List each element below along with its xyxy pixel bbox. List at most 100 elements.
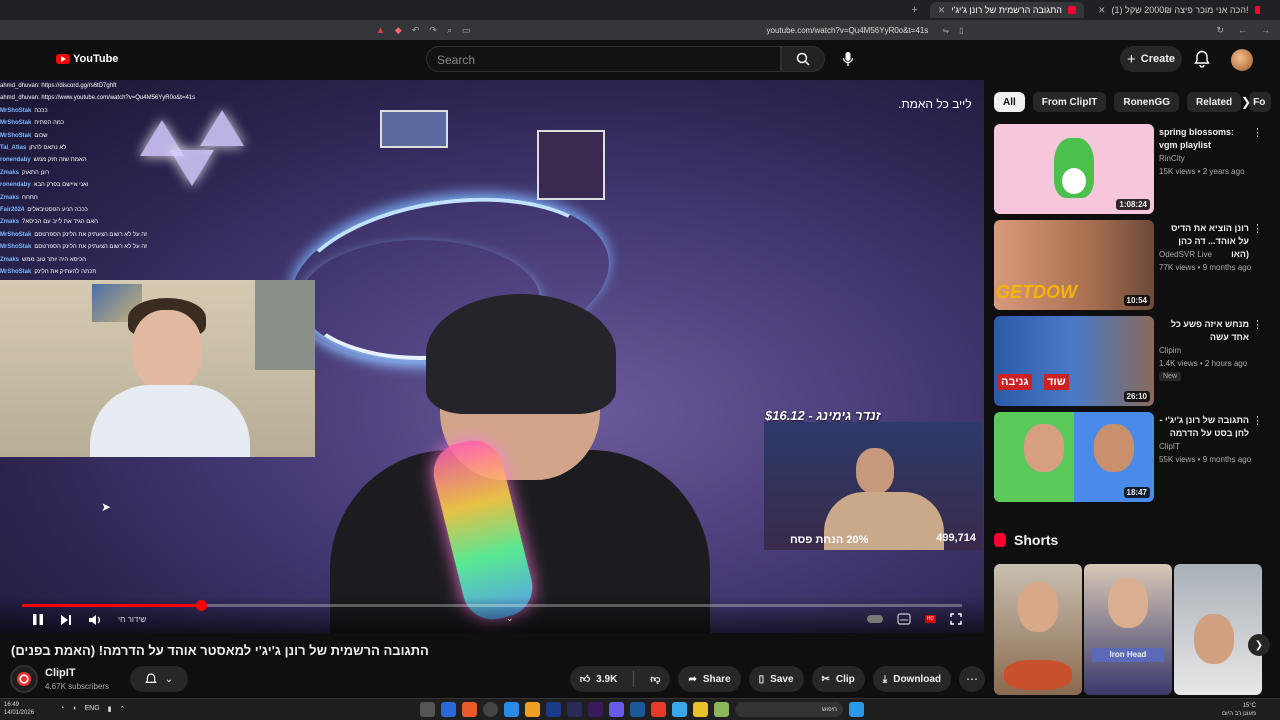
zoom-icon[interactable]: ⌕ [447,25,452,36]
tab-inactive[interactable]: ✕ (1) הכה אני מוכר פיצה 2000₪ שקל! [1090,2,1260,18]
app-icon[interactable] [588,702,603,717]
app-icon[interactable] [546,702,561,717]
more-vert-icon[interactable]: ⋮ [1252,318,1263,331]
windows-start-icon[interactable] [849,702,864,717]
chevron-right-icon[interactable]: ❯ [1248,634,1270,656]
more-vert-icon[interactable]: ⋮ [1252,414,1263,427]
chip-from-channel[interactable]: From ClipIT [1032,92,1107,112]
chat-username[interactable]: Fair2024 [0,204,24,216]
like-button[interactable]: 👍︎ 3.9K [570,666,628,692]
back-nav-icon[interactable]: ← [1238,25,1247,36]
chevron-right-icon[interactable]: ❯ [1238,92,1254,112]
reload-icon[interactable]: ↻ [1216,25,1224,36]
more-vert-icon[interactable]: ⋮ [1252,126,1263,139]
rec-channel[interactable]: RinCity [1159,154,1185,163]
app-icon[interactable] [441,702,456,717]
rec-channel[interactable]: Clipim [1159,346,1181,355]
app-icon[interactable] [462,702,477,717]
thumbnail[interactable]: שוד גניבה 26:10 [994,316,1154,406]
app-icon[interactable] [693,702,708,717]
app-icon[interactable] [483,702,498,717]
clock[interactable]: 16:49 14/01/2026 [4,701,34,717]
forward-nav-icon[interactable]: → [1261,25,1270,36]
new-tab-icon[interactable]: + [911,4,917,16]
taskbar-search[interactable]: חיפוש [735,702,843,717]
back-icon[interactable]: ↶ [412,25,420,36]
chip-ronengg[interactable]: RonenGG [1114,92,1180,112]
thumbnail[interactable]: 18:47 [994,412,1154,502]
app-icon[interactable] [609,702,624,717]
rec-title[interactable]: התגובה של רונן ג'יג'י - לחן בסט על הדרמה [1159,414,1249,440]
rec-channel[interactable]: OdedSVR Live [1159,250,1212,259]
extension-icon[interactable]: ◆ [395,25,402,36]
chat-username[interactable]: MrShoStak [0,241,31,253]
more-actions-button[interactable]: ⋯ [959,666,985,692]
notifications-button[interactable] [1194,50,1210,73]
short-card[interactable]: Iron Head [1084,564,1172,695]
progress-bar[interactable] [22,600,962,611]
chip-all[interactable]: All [994,92,1025,112]
url-field[interactable]: youtube.com/watch?v=Qu4M56YyR0o&t=41s [767,26,929,35]
app-icon[interactable] [420,702,435,717]
chevron-down-icon[interactable]: ⌄ [506,613,514,624]
chat-username[interactable]: Zmaks [0,216,19,228]
chat-username[interactable]: MrShoStak [0,105,31,117]
progress-knob[interactable] [195,600,207,611]
channel-name[interactable]: ClipIT [45,667,76,679]
fullscreen-icon[interactable] [950,613,962,625]
settings-hd-icon[interactable]: HD [924,615,936,623]
rec-title[interactable]: מנחש איזה פשע כל אחד עשה [1159,318,1249,344]
next-icon[interactable] [60,614,72,626]
app-icon[interactable] [651,702,666,717]
dislike-button[interactable]: 👎︎ [640,666,670,692]
recommendation-card[interactable]: GETDOW 10:54 רונן הוציא את הדיס על אוהד.… [994,220,1264,312]
bookmark-icon[interactable]: ▯ [959,26,963,35]
recommendation-card[interactable]: 1:08:24 spring blossoms: vgm playlist Ri… [994,124,1264,216]
app-icon[interactable] [630,702,645,717]
app-icon[interactable] [714,702,729,717]
save-button[interactable]: ▯ Save [748,666,804,692]
thumbnail[interactable]: GETDOW 10:54 [994,220,1154,310]
chat-username[interactable]: MrShoStak [0,117,31,129]
app-icon[interactable] [567,702,582,717]
video-player[interactable]: ➤ ahmd_dhuvan: https://discord.gg/rs6tD7… [0,80,984,633]
tabs-icon[interactable]: ▭ [462,25,471,36]
chat-username[interactable]: ronendaby [0,179,31,191]
recommendation-card[interactable]: 18:47 התגובה של רונן ג'יג'י - לחן בסט על… [994,412,1264,504]
share-button[interactable]: ➦ Share [678,666,741,692]
subscribe-bell-button[interactable]: ⌄ [130,666,188,692]
channel-avatar[interactable] [10,665,38,693]
download-button[interactable]: ⤓ Download [872,666,951,692]
language-indicator[interactable]: ENG [84,705,99,713]
pause-icon[interactable] [32,613,44,626]
chat-username[interactable]: Zmaks [0,192,19,204]
short-card[interactable] [1174,564,1262,695]
forward-icon[interactable]: ↷ [429,25,437,36]
close-tab-icon[interactable]: ✕ [938,5,946,16]
clip-button[interactable]: ✂ Clip [811,666,865,692]
chat-username[interactable]: MrShoStak [0,130,31,142]
rec-channel[interactable]: ClipIT [1159,442,1180,451]
chat-username[interactable]: Zmaks [0,254,19,266]
chat-username[interactable]: Tal_Atlas [0,142,26,154]
chevron-up-icon[interactable]: ⌃ [120,705,126,713]
chat-username[interactable]: ronendaby [0,154,31,166]
short-card[interactable] [994,564,1082,695]
translate-icon[interactable]: ⇋ [942,26,949,35]
youtube-logo[interactable]: YouTube [56,53,118,65]
tab-active[interactable]: ✕ התגובה הרשמית של רונן ג'יג'י [929,2,1084,18]
search-button[interactable] [781,46,825,72]
more-vert-icon[interactable]: ⋮ [1252,222,1263,235]
chip-related[interactable]: Related [1187,92,1242,112]
app-icon[interactable] [525,702,540,717]
thumbnail[interactable]: 1:08:24 [994,124,1154,214]
volume-icon[interactable] [88,614,102,626]
volume-icon[interactable]: ◖ [72,705,76,713]
extension-icon[interactable]: ▲ [376,25,385,36]
chat-username[interactable]: MrShoStak [0,266,31,278]
app-icon[interactable] [504,702,519,717]
search-input[interactable]: Search [426,46,781,72]
close-tab-icon[interactable]: ✕ [1098,5,1106,16]
account-avatar[interactable] [1231,49,1253,71]
create-button[interactable]: + Create [1120,46,1182,72]
